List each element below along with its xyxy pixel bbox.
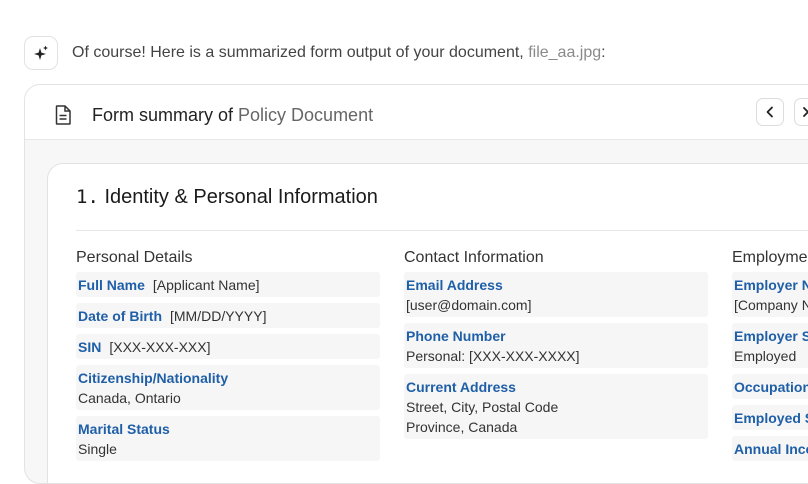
field-label: Citizenship/Nationality — [78, 370, 229, 386]
section-number: 1. — [76, 186, 99, 208]
field-value: Single — [78, 441, 117, 457]
section-heading: Identity & Personal Information — [104, 186, 378, 208]
message-suffix: : — [601, 44, 606, 61]
field-label: Employer Na — [734, 277, 808, 293]
field-label: Current Address — [406, 379, 516, 395]
assistant-avatar — [24, 36, 58, 70]
form-summary-panel: Form summary of Policy Document 1. Ident… — [24, 84, 808, 484]
panel-header: Form summary of Policy Document — [25, 85, 808, 140]
field-label: Occupation — [734, 379, 808, 395]
title-prefix: Form summary of — [92, 105, 234, 125]
column-heading: Contact Information — [404, 249, 544, 266]
sparkle-icon — [34, 45, 48, 60]
field-value: Personal: [XXX-XXX-XXXX] — [406, 348, 580, 364]
close-icon — [803, 107, 808, 117]
field-label: SIN — [78, 339, 102, 355]
chevron-left-icon — [766, 106, 773, 118]
field-label: Employer St — [734, 328, 808, 344]
field-value: Street, City, Postal Code — [406, 399, 559, 415]
field-email-address: Email Address [user@domain.com] — [404, 272, 708, 317]
contact-information-column: Contact Information Email Address [user@d… — [404, 248, 708, 445]
field-employer-status: Employer St Employed — [732, 323, 808, 368]
message-text: Of course! Here is a summarized form out… — [72, 44, 524, 61]
field-value: [user@domain.com] — [406, 297, 532, 313]
field-occupation: Occupation — [732, 374, 808, 399]
field-value: [MM/DD/YYYY] — [170, 308, 267, 324]
column-heading: Personal Details — [76, 249, 193, 266]
column-heading: Employme — [732, 249, 808, 266]
employment-column: Employme Employer Na [Company N Employer … — [732, 248, 808, 467]
field-label: Employed Si — [734, 410, 808, 426]
field-label: Phone Number — [406, 328, 506, 344]
field-value: [Applicant Name] — [152, 277, 260, 293]
field-label: Date of Birth — [78, 308, 162, 324]
document-name: Policy Document — [238, 105, 374, 125]
field-label: Marital Status — [78, 421, 170, 437]
field-value: Employed — [734, 348, 797, 364]
field-employer-name: Employer Na [Company N — [732, 272, 808, 317]
field-value: Canada, Ontario — [78, 390, 181, 406]
field-value: [XXX-XXX-XXX] — [109, 339, 211, 355]
previous-button[interactable] — [756, 98, 784, 126]
field-annual-income: Annual Inco — [732, 436, 808, 461]
file-name: file_aa.jpg — [528, 44, 602, 61]
section-card: 1. Identity & Personal Information Perso… — [47, 163, 808, 483]
panel-title: Form summary of Policy Document — [92, 105, 373, 126]
section-title: 1. Identity & Personal Information — [76, 186, 378, 209]
field-value: [Company N — [734, 297, 808, 313]
field-date-of-birth: Date of Birth [MM/DD/YYYY] — [76, 303, 380, 328]
field-phone-number: Phone Number Personal: [XXX-XXX-XXXX] — [404, 323, 708, 368]
field-employed-since: Employed Si — [732, 405, 808, 430]
section-divider — [76, 230, 808, 231]
field-value-line-2: Province, Canada — [406, 419, 518, 435]
field-full-name: Full Name [Applicant Name] — [76, 272, 380, 297]
personal-details-column: Personal Details Full Name [Applicant Nam… — [76, 248, 380, 467]
field-label: Full Name — [78, 277, 145, 293]
field-citizenship: Citizenship/Nationality Canada, Ontario — [76, 365, 380, 410]
assistant-message: Of course! Here is a summarized form out… — [72, 44, 606, 62]
close-button[interactable] — [794, 98, 808, 126]
document-icon — [55, 105, 71, 125]
field-label: Annual Inco — [734, 441, 808, 457]
field-current-address: Current Address Street, City, Postal Code… — [404, 374, 708, 439]
field-label: Email Address — [406, 277, 503, 293]
field-sin: SIN [XXX-XXX-XXX] — [76, 334, 380, 359]
field-marital-status: Marital Status Single — [76, 416, 380, 461]
